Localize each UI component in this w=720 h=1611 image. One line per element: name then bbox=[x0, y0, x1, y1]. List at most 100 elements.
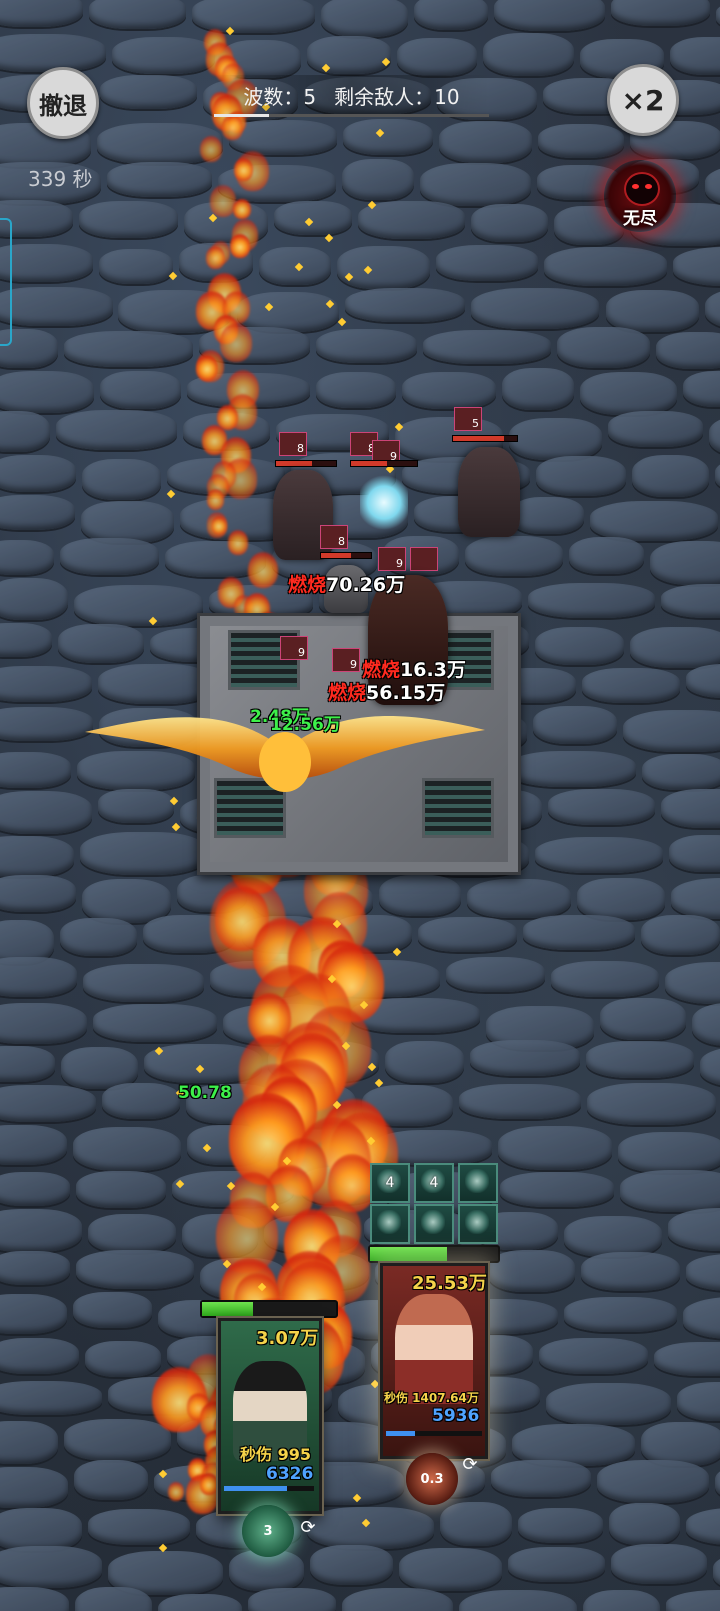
cobblestone bbox=[686, 1254, 720, 1291]
hero-attack-value: 25.53万 bbox=[412, 1273, 487, 1294]
cobblestone bbox=[102, 1082, 180, 1119]
cobblestone bbox=[583, 1589, 660, 1611]
cobblestone bbox=[0, 1507, 82, 1551]
cobblestone bbox=[629, 627, 720, 668]
cobblestone bbox=[715, 0, 720, 33]
cobblestone bbox=[384, 1041, 465, 1084]
hero-health-bar bbox=[200, 1300, 338, 1318]
cobblestone bbox=[85, 1340, 162, 1378]
cobblestone bbox=[586, 1040, 694, 1079]
retreat-button[interactable]: 撤退 bbox=[27, 67, 99, 139]
cobblestone bbox=[98, 249, 174, 284]
cobblestone bbox=[81, 501, 174, 543]
cobblestone bbox=[0, 791, 93, 834]
hero-card-red[interactable]: 25.53万 秒伤 1407.64万 5936 0.3 ⟳ bbox=[366, 1245, 506, 1505]
cobblestone bbox=[623, 709, 720, 753]
cobblestone bbox=[320, 0, 408, 37]
enemies-remaining: 剩余敌人：10 bbox=[334, 84, 460, 109]
cobblestone bbox=[92, 1003, 217, 1042]
cobblestone bbox=[617, 1131, 720, 1173]
cobblestone bbox=[661, 788, 720, 828]
cobblestone bbox=[534, 837, 663, 874]
cobblestone bbox=[0, 0, 84, 28]
cobblestone bbox=[499, 1171, 615, 1207]
cobblestone bbox=[0, 494, 76, 531]
cobblestone bbox=[465, 536, 563, 577]
cobblestone bbox=[589, 500, 719, 541]
cobblestone bbox=[341, 1588, 453, 1611]
skill-count: 4 bbox=[429, 1175, 439, 1191]
cobblestone bbox=[502, 368, 574, 410]
cobblestone bbox=[0, 1467, 68, 1508]
hero-card-green[interactable]: 3.07万 秒伤 995 6326 3 ⟳ bbox=[200, 1300, 340, 1570]
cobblestone bbox=[0, 411, 50, 453]
enemy-unit[interactable]: 8 9 bbox=[348, 430, 428, 540]
cobblestone bbox=[0, 287, 113, 327]
cobblestone bbox=[692, 1003, 720, 1047]
cobblestone bbox=[518, 1508, 604, 1544]
cobblestone bbox=[72, 1127, 182, 1171]
cobblestone bbox=[64, 1419, 171, 1461]
hero-health-bar bbox=[368, 1245, 500, 1263]
cobblestone bbox=[533, 706, 618, 745]
cobblestone bbox=[87, 1508, 190, 1546]
cobblestone bbox=[63, 331, 193, 367]
figure-skill-icon bbox=[370, 1204, 410, 1244]
cobblestone bbox=[538, 123, 625, 158]
cobblestone bbox=[597, 1460, 710, 1504]
cobblestone bbox=[0, 956, 78, 997]
heal-number: 12.56万 bbox=[270, 715, 341, 735]
cobblestone bbox=[0, 454, 76, 493]
flame bbox=[205, 245, 226, 269]
cobblestone bbox=[0, 752, 72, 788]
enemy-health-bar bbox=[452, 435, 518, 442]
ultimate-skill-button[interactable]: 0.3 bbox=[406, 1453, 458, 1505]
cobblestone bbox=[650, 541, 720, 585]
cobblestone bbox=[548, 788, 656, 826]
cobblestone bbox=[0, 622, 53, 658]
ember-spark bbox=[168, 272, 178, 281]
cobblestone bbox=[685, 664, 720, 699]
hero-mana-bar bbox=[386, 1431, 482, 1436]
spirit-skill-icon bbox=[458, 1204, 498, 1244]
flame bbox=[221, 114, 243, 140]
cobblestone bbox=[708, 415, 720, 456]
swap-icon[interactable]: ⟳ bbox=[298, 1518, 318, 1538]
cobblestone bbox=[273, 201, 352, 236]
ultimate-skill-button[interactable]: 3 bbox=[242, 1505, 294, 1557]
cobblestone bbox=[551, 961, 660, 998]
side-panel-tab[interactable] bbox=[0, 218, 12, 346]
wave-progress-bar bbox=[214, 114, 489, 117]
skull-icon bbox=[624, 172, 660, 206]
speed-toggle-button[interactable]: ×2 bbox=[607, 64, 679, 136]
cobblestone bbox=[73, 1460, 149, 1500]
cobblestone bbox=[378, 874, 462, 916]
ember-spark bbox=[166, 489, 176, 499]
cobblestone bbox=[497, 1126, 612, 1170]
cobblestone bbox=[343, 118, 433, 155]
enemy-unit[interactable]: 5 bbox=[450, 405, 530, 540]
enemy-health-bar bbox=[320, 552, 372, 559]
cobblestone bbox=[100, 370, 181, 409]
swap-icon[interactable]: ⟳ bbox=[460, 1455, 480, 1475]
endless-mode-badge[interactable]: 无尽 bbox=[604, 160, 676, 232]
cobblestone bbox=[543, 247, 668, 287]
enemy-unit[interactable]: 9 bbox=[280, 636, 320, 676]
tree-skill-icon bbox=[414, 1204, 454, 1244]
cobblestone bbox=[419, 163, 532, 206]
cobblestone bbox=[458, 1590, 578, 1611]
dragon-skill-icon bbox=[458, 1163, 498, 1203]
cobblestone bbox=[0, 539, 54, 576]
battle-timer: 339 秒 bbox=[28, 167, 93, 191]
cobblestone bbox=[665, 1589, 720, 1611]
heal-number: 50.78 bbox=[178, 1083, 232, 1103]
cobblestone bbox=[76, 1250, 194, 1289]
cobblestone bbox=[112, 37, 216, 75]
hero-dps-value: 秒伤 1407.64万 bbox=[384, 1391, 479, 1405]
burn-damage-number: 燃烧70.26万 bbox=[288, 574, 406, 596]
cobblestone bbox=[545, 1382, 671, 1426]
cobblestone bbox=[580, 1251, 681, 1292]
cobblestone bbox=[83, 963, 204, 1002]
cobblestone bbox=[82, 879, 172, 923]
hero-dps-value: 秒伤 995 bbox=[240, 1445, 311, 1464]
